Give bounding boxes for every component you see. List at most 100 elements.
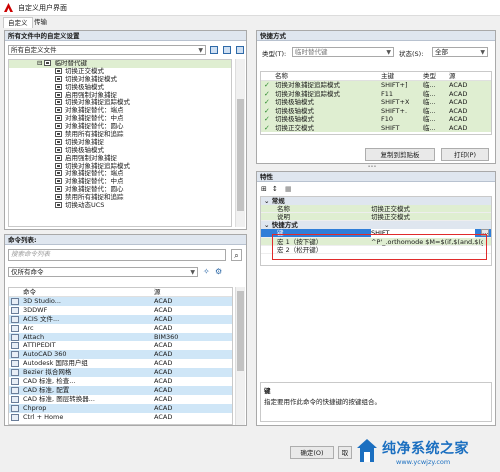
shortcut-icon — [55, 202, 62, 209]
tree-item[interactable]: 切换极轴模式 — [9, 83, 231, 92]
watermark-brand: 纯净系统之家 — [382, 441, 469, 457]
shortcut-icon — [55, 115, 62, 122]
tab-bar: 自定义 传输 — [0, 16, 500, 28]
command-row[interactable]: AutoCAD 360 ACAD — [9, 350, 232, 360]
command-icon — [11, 404, 19, 412]
shortcut-icon — [44, 60, 52, 66]
command-icon — [11, 333, 19, 341]
tab-customize[interactable]: 自定义 — [3, 17, 33, 28]
prop-name[interactable]: 名称 切换正交模式 — [261, 205, 491, 214]
shortcut-icon — [55, 131, 62, 138]
customizations-panel: 所有文件中的自定义设置 所有自定义文件 ▼ ⊟ 临时替代键 切换正交模式 切换对象捕… — [4, 30, 247, 230]
sort-az-icon[interactable]: ↕ — [272, 185, 278, 193]
tree-item[interactable]: 切换动态UCS — [9, 201, 231, 210]
shortcut-row[interactable]: ✓ 切换极轴模式 SHIFT+. 临... ACAD — [261, 106, 491, 115]
ok-button[interactable]: 确定(O) — [290, 446, 334, 459]
property-pages-icon[interactable]: ▦ — [285, 185, 292, 193]
shortcut-row[interactable]: ✓ 切换极轴模式 SHIFT+X 临... ACAD — [261, 98, 491, 107]
check-icon: ✓ — [264, 115, 270, 123]
watermark-url: www.ycwjzy.com — [396, 458, 451, 466]
command-icon — [11, 386, 19, 394]
autocad-logo-icon — [4, 3, 13, 12]
type-combo[interactable]: 临时替代键 ▼ — [292, 47, 394, 57]
command-row[interactable]: CAD 标准, 检查... ACAD — [9, 377, 232, 386]
properties-panel: 特性 ⊞ ↕ ▦ ⌄ 常规 名称 切换正交模式 说明 切换正交模式 ⌄ 快捷方式 键… — [256, 171, 496, 426]
shortcut-icon — [55, 194, 62, 201]
command-list-header-row: 命令 源 — [9, 288, 232, 297]
tree-node-temp-overrides[interactable]: ⊟ 临时替代键 — [9, 60, 231, 68]
tab-transfer[interactable]: 传输 — [30, 17, 51, 28]
command-row[interactable]: Attach BIM360 — [9, 332, 232, 342]
col-source[interactable]: 源 — [449, 72, 456, 81]
new-command-icon[interactable]: ✧ — [203, 267, 210, 276]
search-icon[interactable]: ⌕ — [231, 249, 242, 261]
cancel-button[interactable]: 取 — [338, 446, 352, 459]
shortcuts-grid: 名称 主键 类型 源 ✓ 切换对象捕捉追踪模式 SHIFT+] 临... ACAD ✓ 切换… — [260, 71, 492, 135]
command-icon — [11, 351, 19, 359]
open-file-icon[interactable] — [210, 46, 218, 54]
save-icon[interactable] — [223, 46, 231, 54]
tree-scroll-thumb[interactable] — [237, 99, 244, 211]
collapse-icon[interactable]: ⊟ — [37, 60, 42, 67]
shortcut-row[interactable]: ✓ 切换对象捕捉追踪模式 F11 临... ACAD — [261, 89, 491, 98]
group-shortcuts[interactable]: ⌄ 快捷方式 — [261, 221, 491, 230]
status-combo[interactable]: 全部 ▼ — [432, 47, 488, 57]
command-row[interactable]: Autodesk 国际用户组 ACAD — [9, 359, 232, 368]
col-command[interactable]: 命令 — [23, 288, 36, 297]
chevron-down-icon: ▼ — [386, 49, 391, 56]
tree-item[interactable]: 切换对象捕捉 — [9, 138, 231, 147]
check-icon: ✓ — [264, 89, 270, 98]
command-row[interactable]: 3D Studio... ACAD — [9, 297, 232, 306]
customizations-header: 所有文件中的自定义设置 — [5, 31, 246, 41]
tree-item[interactable]: 禁用所有捕捉和追踪 — [9, 193, 231, 202]
command-row[interactable]: ACIS 文件... ACAD — [9, 314, 232, 324]
command-row[interactable]: ATTIPEDIT ACAD — [9, 341, 232, 350]
tree-item[interactable]: 切换对象捕捉模式 — [9, 75, 231, 84]
settings-icon[interactable]: ⚙ — [215, 267, 222, 276]
group-general[interactable]: ⌄ 常规 — [261, 197, 491, 205]
command-row[interactable]: CAD 标准, 配置 ACAD — [9, 385, 232, 395]
col-primary-key[interactable]: 主键 — [381, 72, 394, 81]
customization-file-combo[interactable]: 所有自定义文件 ▼ — [8, 45, 206, 55]
shortcut-icon — [55, 170, 62, 177]
shortcut-row[interactable]: ✓ 切换对象捕捉追踪模式 SHIFT+] 临... ACAD — [261, 81, 491, 90]
command-filter-combo[interactable]: 仅所有命令 ▼ — [8, 267, 198, 277]
command-icon — [11, 298, 19, 305]
col-type[interactable]: 类型 — [423, 72, 436, 81]
command-row[interactable]: Arc ACAD — [9, 324, 232, 333]
command-row[interactable]: Bezier 拟合网格 ACAD — [9, 368, 232, 378]
tree-item[interactable]: 切换极轴模式 — [9, 146, 231, 155]
col-source[interactable]: 源 — [154, 288, 161, 297]
tree-item[interactable]: 切换正交模式 — [9, 67, 231, 76]
command-scrollbar[interactable] — [235, 287, 245, 425]
save-all-icon[interactable] — [236, 46, 244, 54]
check-icon: ✓ — [264, 81, 270, 89]
command-icon — [11, 360, 19, 368]
shortcut-icon — [55, 91, 62, 98]
splitter-handle[interactable]: ••• — [362, 165, 382, 170]
copy-to-clipboard-button[interactable]: 复制到剪贴板 — [365, 148, 435, 161]
command-row[interactable]: 3DDWF ACAD — [9, 306, 232, 315]
command-scroll-thumb[interactable] — [237, 291, 244, 371]
tree-item[interactable]: 禁用所有捕捉和追踪 — [9, 130, 231, 139]
command-search-input[interactable]: 搜索命令列表 — [8, 249, 226, 261]
shortcut-row[interactable]: ✓ 切换正交模式 SHIFT 临... ACAD — [261, 123, 491, 132]
command-row[interactable]: Chprop ACAD — [9, 403, 232, 413]
shortcuts-header-row: 名称 主键 类型 源 — [261, 72, 491, 81]
status-label: 状态(S): — [399, 50, 424, 58]
command-row[interactable]: Ctrl + Home ACAD — [9, 413, 232, 422]
command-icon — [11, 324, 19, 332]
categorized-icon[interactable]: ⊞ — [261, 185, 267, 193]
shortcut-row[interactable]: ✓ 切换极轴模式 F10 临... ACAD — [261, 115, 491, 124]
command-row[interactable]: CAD 标准, 图层转换器... ACAD — [9, 395, 232, 404]
highlight-box — [272, 234, 487, 260]
shortcut-icon — [55, 83, 62, 90]
tree-scrollbar[interactable] — [235, 59, 245, 227]
description-title: 键 — [264, 387, 271, 395]
customization-tree: ⊟ 临时替代键 切换正交模式 切换对象捕捉模式 切换极轴模式 启用强制对象捕捉 切换对象捕… — [8, 59, 232, 227]
command-icon — [11, 378, 19, 386]
print-button[interactable]: 打印(P) — [441, 148, 489, 161]
command-list: 命令 源 3D Studio... ACAD 3DDWF ACAD ACIS 文件...… — [8, 287, 233, 425]
col-name[interactable]: 名称 — [275, 72, 288, 81]
shortcut-icon — [55, 178, 62, 185]
